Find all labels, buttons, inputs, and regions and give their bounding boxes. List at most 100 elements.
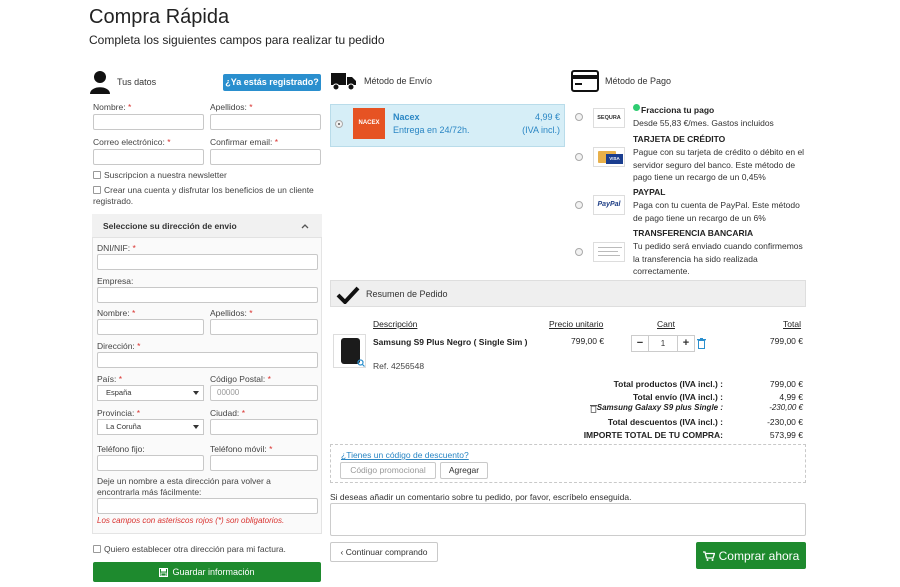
total-discounts-value: -230,00 € <box>767 417 803 427</box>
pais-select[interactable]: España <box>97 385 204 401</box>
total-products-value: 799,00 € <box>769 379 803 389</box>
payment-title-card: TARJETA DE CRÉDITO <box>633 134 726 144</box>
info-dot-icon <box>633 104 640 111</box>
direccion-input[interactable] <box>97 352 318 368</box>
trash-icon[interactable] <box>697 338 706 349</box>
page-subtitle: Completa los siguientes campos para real… <box>89 33 385 47</box>
bank-transfer-logo <box>593 242 625 262</box>
cp-label: Código Postal: * <box>210 374 271 384</box>
total-shipping-label: Total envío (IVA incl.) : <box>632 392 723 402</box>
comment-textarea[interactable] <box>330 503 806 536</box>
telefono-input[interactable] <box>97 455 204 471</box>
addr-apellidos-input[interactable] <box>210 319 318 335</box>
cp-input[interactable]: 00000 <box>210 385 318 401</box>
newsletter-checkbox[interactable] <box>93 171 101 179</box>
movil-input[interactable] <box>210 455 318 471</box>
shipping-section-title: Método de Envío <box>364 76 433 86</box>
other-invoice-address-label: Quiero establecer otra dirección para mi… <box>104 544 286 554</box>
direccion-label: Dirección: * <box>97 341 141 351</box>
buy-now-label: Comprar ahora <box>718 548 800 563</box>
ciudad-label: Ciudad: * <box>210 408 245 418</box>
payment-desc-transfer: Tu pedido será enviado cuando confirmemo… <box>633 241 803 276</box>
chevron-up-icon <box>301 224 309 229</box>
save-icon <box>159 567 169 577</box>
qty-increase-button[interactable]: + <box>677 335 695 352</box>
payment-radio-transfer[interactable] <box>575 248 583 256</box>
save-info-button[interactable]: Guardar información <box>93 562 321 582</box>
payment-desc-paypal: Paga con tu cuenta de PayPal. Este métod… <box>633 200 800 223</box>
shipping-radio-nacex[interactable] <box>335 120 343 128</box>
cart-icon <box>702 550 715 561</box>
customer-section-header: Tus datos <box>89 70 156 94</box>
continue-shopping-button[interactable]: ‹ Continuar comprando <box>330 542 438 562</box>
nombre-input[interactable] <box>93 114 204 130</box>
carrier-price: 4,99 € <box>534 112 560 122</box>
apellidos-input[interactable] <box>210 114 321 130</box>
payment-title-transfer: TRANSFERENCIA BANCARIA <box>633 228 754 238</box>
product-name[interactable]: Samsung S9 Plus Negro ( Single Sim ) <box>373 336 528 348</box>
provincia-label: Provincia: * <box>97 408 141 418</box>
product-total: 799,00 € <box>769 336 803 346</box>
create-account-label: Crear una cuenta y disfrutar los benefic… <box>93 185 314 206</box>
col-description: Descripción <box>373 319 418 329</box>
total-discounts-label: Total descuentos (IVA incl.) : <box>607 417 723 427</box>
total-shipping-value: 4,99 € <box>779 392 803 402</box>
discount-item-value: -230,00 € <box>769 403 803 412</box>
promo-apply-button[interactable]: Agregar <box>440 462 488 479</box>
chevron-left-icon: ‹ <box>340 547 344 557</box>
dni-label: DNI/NIF: * <box>97 243 136 253</box>
col-total: Total <box>783 319 801 329</box>
already-registered-button[interactable]: ¿Ya estás registrado? <box>223 74 321 91</box>
sequra-logo: SEQURA <box>593 108 625 128</box>
empresa-input[interactable] <box>97 287 318 303</box>
address-panel-header[interactable]: Seleccione su dirección de envio <box>92 214 322 238</box>
nombre-label: Nombre: * <box>93 102 132 112</box>
payment-desc-card: Pague con su tarjeta de crédito o débito… <box>633 147 805 182</box>
order-summary-header: Resumen de Pedido <box>330 280 806 307</box>
qty-decrease-button[interactable]: − <box>631 335 649 352</box>
confirm-email-input[interactable] <box>210 149 321 165</box>
alias-input[interactable] <box>97 498 318 514</box>
chevron-down-icon <box>193 425 199 429</box>
other-invoice-address-checkbox[interactable] <box>93 545 101 553</box>
buy-now-button[interactable]: Comprar ahora <box>696 542 806 569</box>
qty-input[interactable]: 1 <box>649 335 677 352</box>
nacex-logo: NACEX <box>353 108 385 139</box>
order-summary-title: Resumen de Pedido <box>366 289 448 299</box>
ciudad-input[interactable] <box>210 419 318 435</box>
address-panel-title: Seleccione su dirección de envio <box>103 221 237 231</box>
payment-radio-paypal[interactable] <box>575 201 583 209</box>
addr-nombre-input[interactable] <box>97 319 204 335</box>
pais-label: País: * <box>97 374 123 384</box>
card-logo: VISA <box>593 147 625 167</box>
grand-total-label: IMPORTE TOTAL DE TU COMPRA: <box>583 430 723 440</box>
dni-input[interactable] <box>97 254 318 270</box>
carrier-tax-note: (IVA incl.) <box>522 125 560 135</box>
product-thumbnail[interactable] <box>333 334 366 368</box>
provincia-select[interactable]: La Coruña <box>97 419 204 435</box>
col-unit-price: Precio unitario <box>549 319 604 329</box>
truck-icon <box>331 73 356 91</box>
required-fields-note: Los campos con asteriscos rojos (*) son … <box>97 516 285 525</box>
addr-apellidos-label: Apellidos: * <box>210 308 253 318</box>
payment-radio-card[interactable] <box>575 153 583 161</box>
payment-section-title: Método de Pago <box>605 76 672 86</box>
addr-nombre-label: Nombre: * <box>97 308 136 318</box>
apellidos-label: Apellidos: * <box>210 102 253 112</box>
carrier-delivery-time: Entrega en 24/72h. <box>393 125 470 135</box>
discount-item-label: Samsung Galaxy S9 plus Single : <box>596 403 723 412</box>
payment-radio-sequra[interactable] <box>575 113 583 121</box>
total-products-label: Total productos (IVA incl.) : <box>613 379 723 389</box>
user-icon <box>90 71 110 94</box>
col-qty: Cant <box>657 319 675 329</box>
newsletter-label: Suscripcion a nuestra newsletter <box>104 170 227 180</box>
payment-desc-sequra: Desde 55,83 €/mes. Gastos incluidos <box>633 118 774 128</box>
payment-title-sequra: Fracciona tu pago <box>641 105 715 115</box>
email-input[interactable] <box>93 149 204 165</box>
promo-code-link[interactable]: ¿Tienes un código de descuento? <box>341 450 469 460</box>
promo-code-input[interactable]: Código promocional <box>340 462 436 479</box>
comment-label: Si deseas añadir un comentario sobre tu … <box>330 492 632 502</box>
grand-total-value: 573,99 € <box>769 430 803 440</box>
customer-section-title: Tus datos <box>117 77 157 87</box>
payment-title-paypal: PAYPAL <box>633 187 666 197</box>
